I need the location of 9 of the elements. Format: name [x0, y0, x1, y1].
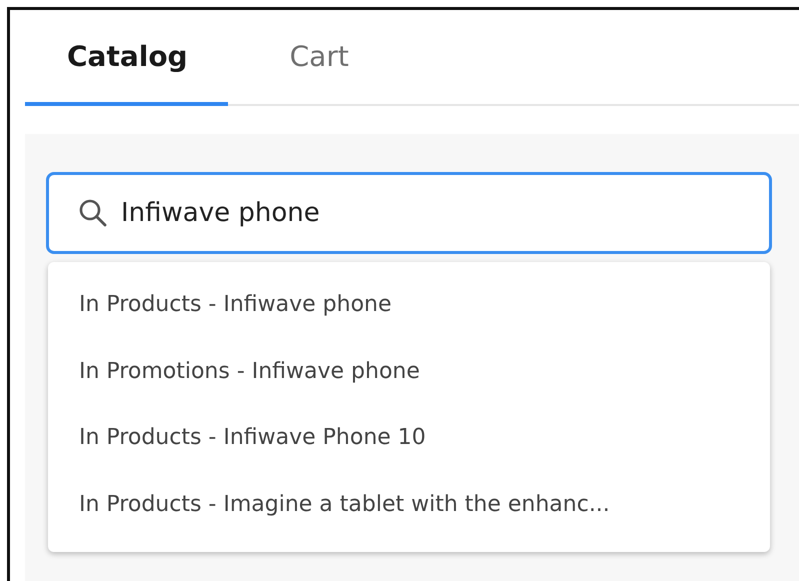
search-field[interactable]: Infiwave phone: [46, 172, 772, 254]
search-input[interactable]: Infiwave phone: [119, 197, 741, 229]
suggestion-item[interactable]: In Promotions - Infiwave phone: [48, 342, 770, 409]
suggestion-item[interactable]: In Products - Infiwave phone: [48, 276, 770, 342]
search-icon: [77, 197, 109, 229]
tab[interactable]: Catalog: [25, 10, 228, 106]
suggestion-item[interactable]: In Products - Imagine a tablet with the enhanc...: [48, 476, 770, 542]
suggestion-item[interactable]: In Products - Infiwave Phone 10: [48, 409, 770, 476]
tab[interactable]: Cart: [228, 10, 389, 106]
